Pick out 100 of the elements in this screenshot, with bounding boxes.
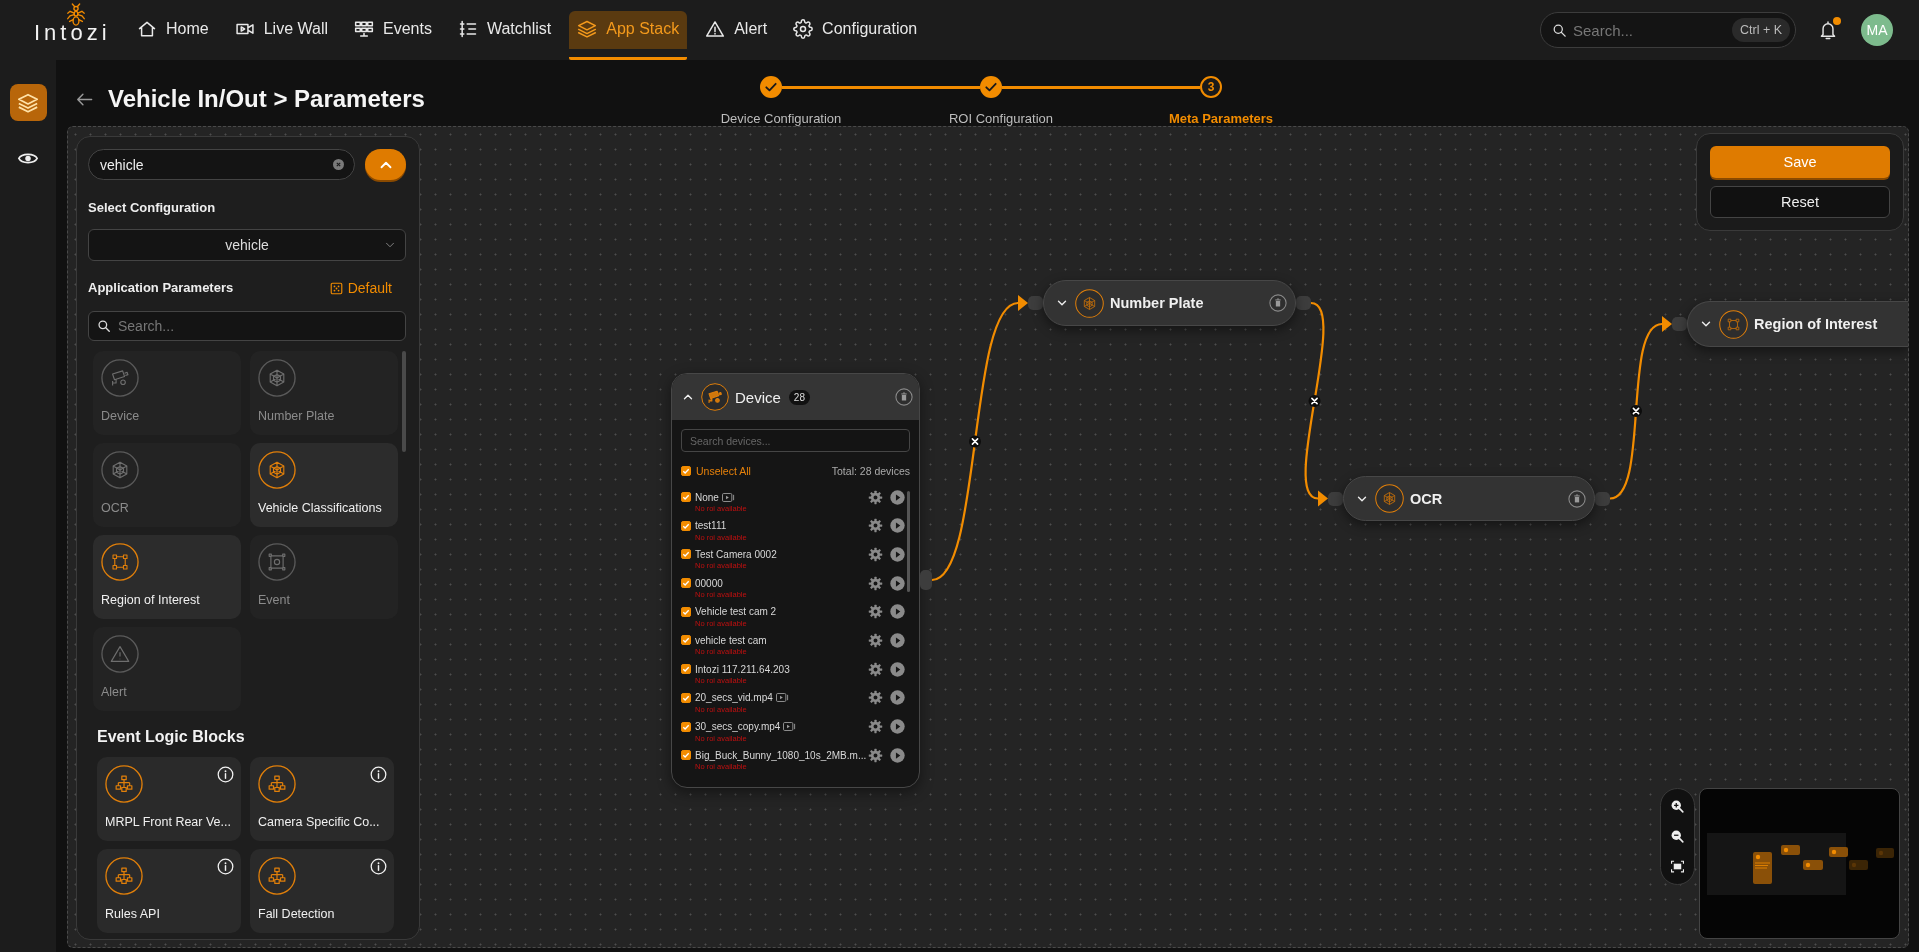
hierarchy-icon [105, 765, 143, 803]
device-search-field[interactable]: Search devices... [681, 429, 910, 452]
checkbox[interactable] [681, 578, 691, 589]
minimap[interactable] [1699, 788, 1900, 939]
checkbox[interactable] [681, 635, 691, 646]
play-icon[interactable] [890, 604, 905, 620]
search-icon [97, 319, 111, 333]
reset-button[interactable]: Reset [1710, 186, 1890, 218]
checkbox[interactable] [681, 549, 691, 560]
play-icon[interactable] [890, 661, 905, 677]
info-icon[interactable] [370, 858, 387, 875]
node-handle[interactable] [1296, 296, 1311, 310]
nav-tab[interactable]: Events [346, 11, 440, 60]
nav-tab[interactable]: Configuration [785, 11, 926, 60]
node-handle[interactable] [1672, 317, 1687, 331]
logic-block-card[interactable]: Rules API [97, 849, 241, 933]
checkbox[interactable] [681, 750, 691, 761]
logic-block-card[interactable]: MRPL Front Rear Ve... [97, 757, 241, 841]
node-handle[interactable] [1028, 296, 1043, 310]
logic-block-card[interactable]: Fall Detection [250, 849, 394, 933]
hierarchy-icon [258, 857, 296, 895]
info-icon[interactable] [370, 766, 387, 783]
play-icon[interactable] [890, 546, 905, 562]
nav-tab[interactable]: Home [129, 11, 217, 60]
parameter-card[interactable]: Region of Interest [93, 535, 241, 619]
network-icon [258, 359, 296, 397]
section-label: Application Parameters [88, 279, 234, 297]
gear-icon[interactable] [868, 604, 883, 620]
node-handle[interactable] [1328, 491, 1343, 506]
checkbox[interactable] [681, 721, 691, 732]
scrollbar-thumb[interactable] [402, 351, 406, 452]
trash-icon[interactable] [1568, 489, 1586, 508]
edge-delete-icon[interactable] [969, 435, 981, 448]
gear-icon[interactable] [868, 661, 883, 677]
collapse-button[interactable] [365, 149, 406, 180]
step-label: Device Configuration [720, 111, 842, 126]
nav-tab[interactable]: Watchlist [449, 11, 560, 60]
checkbox[interactable] [681, 664, 691, 675]
clear-icon[interactable] [333, 159, 344, 170]
play-icon[interactable] [890, 719, 905, 734]
zoom-in-icon[interactable] [1670, 799, 1685, 814]
nav-tab[interactable]: App Stack [569, 11, 688, 60]
zoom-out-icon[interactable] [1670, 829, 1685, 844]
node-title: Region of Interest [1754, 316, 1878, 332]
flow-node[interactable]: Number Plate [1043, 280, 1296, 326]
trash-icon[interactable] [895, 388, 913, 406]
checkbox[interactable] [681, 492, 691, 502]
info-icon[interactable] [217, 858, 234, 875]
network-icon [258, 451, 296, 489]
notification-bell-icon[interactable] [1819, 20, 1837, 40]
device-name: 20_secs_vid.mp4 [695, 692, 773, 704]
play-icon[interactable] [890, 632, 905, 648]
play-icon[interactable] [890, 489, 905, 505]
node-title: Device [735, 388, 781, 406]
play-icon[interactable] [890, 518, 905, 534]
device-count-text: Total: 28 devices [831, 465, 910, 477]
rail-button[interactable] [9, 84, 47, 121]
play-icon[interactable] [890, 690, 905, 706]
hierarchy-icon [105, 857, 143, 895]
play-icon[interactable] [890, 747, 905, 763]
minimap-node [1803, 860, 1823, 870]
node-filter-field[interactable]: vehicle [88, 149, 355, 180]
gear-icon[interactable] [868, 632, 883, 648]
gear-icon[interactable] [868, 719, 883, 734]
checkbox[interactable] [681, 466, 691, 476]
scrollbar-thumb[interactable] [907, 491, 910, 592]
count-badge: 28 [788, 389, 810, 405]
device-node[interactable] [671, 373, 920, 788]
fit-view-icon[interactable] [1670, 859, 1685, 874]
gear-icon[interactable] [868, 489, 883, 505]
logic-block-card[interactable]: Camera Specific Co... [250, 757, 394, 841]
checkbox[interactable] [681, 520, 691, 531]
node-handle[interactable] [1595, 491, 1610, 506]
info-icon[interactable] [217, 766, 234, 783]
parameter-search-field[interactable]: Search... [88, 311, 406, 341]
flow-node[interactable]: Region of Interest [1687, 301, 1908, 347]
trash-icon[interactable] [1269, 294, 1287, 312]
device-name: 30_secs_copy.mp4 [695, 721, 781, 732]
device-name: None [695, 491, 719, 503]
node-handle[interactable] [920, 570, 932, 590]
configuration-dropdown[interactable]: vehicle [88, 229, 406, 261]
play-icon[interactable] [890, 575, 905, 591]
flow-node[interactable]: OCR [1343, 476, 1595, 521]
shortcut-hint: Ctrl + K [1731, 18, 1790, 42]
step-label: Meta Parameters [1168, 111, 1274, 126]
nav-tab[interactable]: Live Wall [226, 11, 336, 60]
gear-icon[interactable] [868, 747, 883, 763]
parameter-card[interactable]: Vehicle Classifications [250, 443, 398, 527]
nav-tab[interactable]: Alert [697, 11, 776, 60]
gear-icon[interactable] [868, 690, 883, 706]
edge-delete-icon[interactable] [1308, 395, 1321, 407]
edge-delete-icon[interactable] [1630, 405, 1642, 417]
checkbox[interactable] [681, 692, 691, 703]
gear-icon[interactable] [868, 546, 883, 562]
checkbox[interactable] [681, 606, 691, 617]
unselect-all-link[interactable]: Unselect All [696, 465, 751, 477]
default-button[interactable]: Default [329, 280, 392, 296]
gear-icon[interactable] [868, 518, 883, 534]
device-name: Vehicle test cam 2 [695, 606, 777, 618]
gear-icon[interactable] [868, 575, 883, 591]
